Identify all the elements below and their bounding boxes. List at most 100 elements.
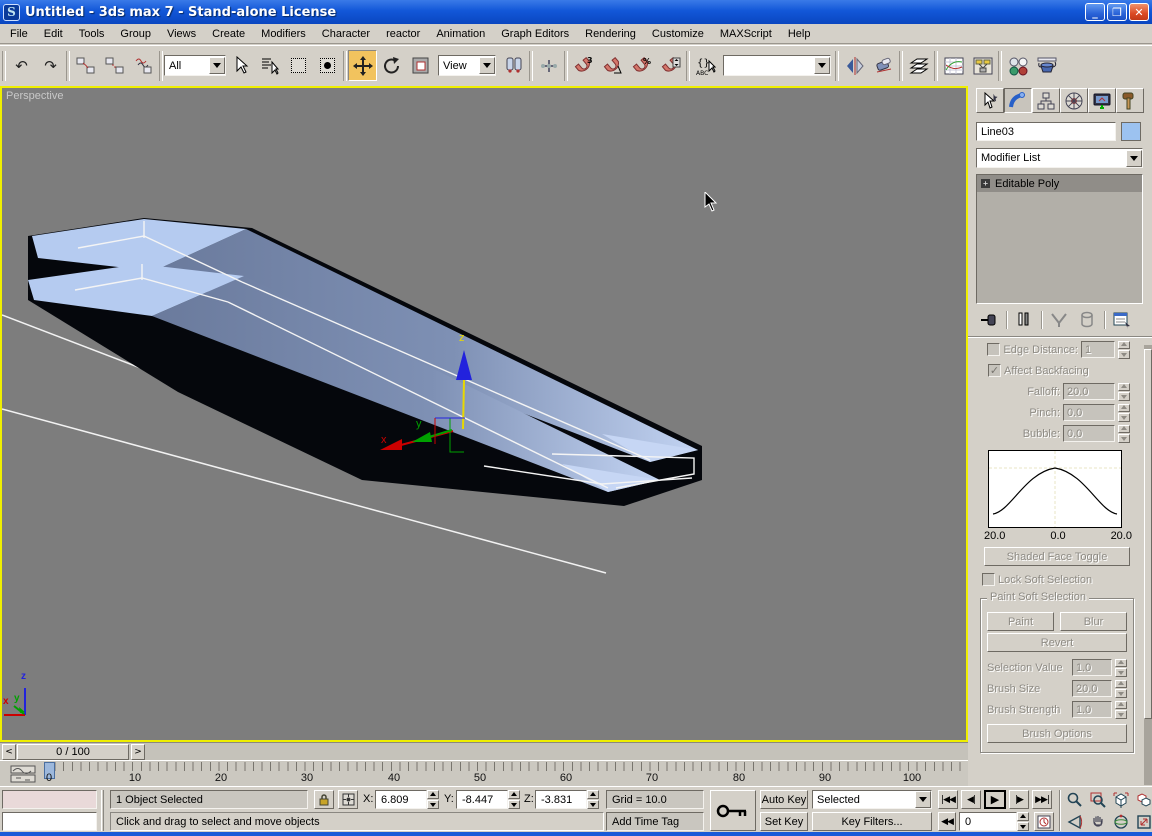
scrollbar-thumb[interactable] xyxy=(1144,349,1152,719)
tab-create[interactable] xyxy=(976,88,1004,113)
rectangular-selection-region-button[interactable] xyxy=(284,50,313,81)
zoom-extents-all-button[interactable] xyxy=(1133,790,1152,810)
layer-manager-button[interactable] xyxy=(904,50,933,81)
select-and-scale-button[interactable] xyxy=(406,50,435,81)
modifier-stack[interactable]: + Editable Poly xyxy=(976,174,1143,304)
close-button[interactable]: ✕ xyxy=(1129,3,1149,21)
make-unique-button[interactable] xyxy=(1046,309,1072,331)
menu-reactor[interactable]: reactor xyxy=(378,26,428,42)
reference-coordsys-dropdown[interactable]: View xyxy=(438,55,496,76)
pinch-spinner[interactable] xyxy=(1118,404,1130,422)
menu-character[interactable]: Character xyxy=(314,26,378,42)
maximize-viewport-toggle[interactable] xyxy=(1133,812,1152,832)
y-coord-spinner[interactable] xyxy=(508,790,520,809)
zoom-all-button[interactable] xyxy=(1087,790,1108,810)
auto-key-button[interactable]: Auto Key xyxy=(760,790,808,809)
configure-modifier-sets-button[interactable] xyxy=(1109,309,1135,331)
selection-lock-toggle[interactable] xyxy=(314,790,334,809)
redo-button[interactable]: ↷ xyxy=(36,50,65,81)
object-color-swatch[interactable] xyxy=(1121,122,1141,141)
pin-stack-button[interactable] xyxy=(976,309,1002,331)
select-and-manipulate-button[interactable] xyxy=(534,50,563,81)
material-editor-button[interactable] xyxy=(1003,50,1032,81)
set-key-button[interactable]: Set Key xyxy=(760,812,808,831)
spinner-snap-button[interactable] xyxy=(656,50,685,81)
bubble-spinner[interactable] xyxy=(1118,425,1130,443)
maximize-button[interactable]: ❐ xyxy=(1107,3,1127,21)
brush-size-spinner[interactable] xyxy=(1115,680,1127,698)
zoom-button[interactable] xyxy=(1064,790,1085,810)
listener-splitter[interactable] xyxy=(101,790,104,831)
shaded-face-toggle-button[interactable]: Shaded Face Toggle xyxy=(984,547,1130,566)
affect-backfacing-checkbox[interactable]: ✓ xyxy=(988,364,1001,377)
keyset-selection-dropdown[interactable]: Selected xyxy=(812,790,932,809)
selection-filter-dropdown[interactable]: All xyxy=(164,55,226,76)
angle-snap-button[interactable] xyxy=(598,50,627,81)
zoom-extents-button[interactable] xyxy=(1110,790,1131,810)
menu-help[interactable]: Help xyxy=(780,26,819,42)
previous-frame-arrow[interactable]: < xyxy=(2,744,16,760)
z-coord-field[interactable]: -3.831 xyxy=(535,790,587,809)
use-pivot-point-center-button[interactable] xyxy=(499,50,528,81)
tab-display[interactable] xyxy=(1088,88,1116,113)
undo-button[interactable]: ↶ xyxy=(7,50,36,81)
set-keys-button[interactable] xyxy=(710,790,756,831)
menu-rendering[interactable]: Rendering xyxy=(577,26,644,42)
select-object-button[interactable] xyxy=(226,50,255,81)
menu-create[interactable]: Create xyxy=(204,26,253,42)
falloff-spinner[interactable] xyxy=(1118,383,1130,401)
perspective-viewport[interactable]: Perspective xyxy=(0,86,968,742)
select-by-name-button[interactable] xyxy=(255,50,284,81)
curve-editor-button[interactable] xyxy=(939,50,968,81)
key-filters-button[interactable]: Key Filters... xyxy=(812,812,932,831)
x-coord-field[interactable]: 6.809 xyxy=(375,790,427,809)
edge-distance-field[interactable]: 1 xyxy=(1081,341,1115,358)
render-scene-button[interactable] xyxy=(1032,50,1061,81)
remove-modifier-button[interactable] xyxy=(1074,309,1100,331)
menu-animation[interactable]: Animation xyxy=(428,26,493,42)
snap-toggle-button[interactable]: 3 xyxy=(569,50,598,81)
selection-value-field[interactable]: 1.0 xyxy=(1072,659,1112,676)
revert-button[interactable]: Revert xyxy=(987,633,1127,652)
menu-views[interactable]: Views xyxy=(159,26,204,42)
go-to-start-button[interactable]: |◀◀ xyxy=(938,790,958,809)
brush-strength-field[interactable]: 1.0 xyxy=(1072,701,1112,718)
scene-model[interactable] xyxy=(2,88,966,740)
modifier-list-dropdown[interactable]: Modifier List xyxy=(976,148,1143,168)
pan-button[interactable] xyxy=(1087,812,1108,832)
z-coord-spinner[interactable] xyxy=(587,790,599,809)
percent-snap-button[interactable]: % xyxy=(627,50,656,81)
mirror-button[interactable] xyxy=(840,50,869,81)
menu-modifiers[interactable]: Modifiers xyxy=(253,26,314,42)
menu-edit[interactable]: Edit xyxy=(36,26,71,42)
expand-icon[interactable]: + xyxy=(981,179,990,188)
menu-customize[interactable]: Customize xyxy=(644,26,712,42)
arc-rotate-button[interactable] xyxy=(1110,812,1131,832)
add-time-tag[interactable]: Add Time Tag xyxy=(606,812,704,831)
stack-item-editable-poly[interactable]: + Editable Poly xyxy=(977,175,1142,192)
select-and-rotate-button[interactable] xyxy=(377,50,406,81)
unlink-selection-button[interactable] xyxy=(100,50,129,81)
go-to-end-button[interactable]: ▶▶| xyxy=(1032,790,1052,809)
named-selection-dropdown[interactable] xyxy=(723,55,831,76)
next-frame-arrow[interactable]: > xyxy=(131,744,145,760)
frame-spinner[interactable] xyxy=(1017,812,1029,831)
x-coord-spinner[interactable] xyxy=(427,790,439,809)
edge-distance-spinner[interactable] xyxy=(1118,341,1130,359)
open-mini-curve-editor-button[interactable] xyxy=(6,764,40,784)
paint-button[interactable]: Paint xyxy=(987,612,1054,631)
schematic-view-button[interactable] xyxy=(968,50,997,81)
show-end-result-button[interactable] xyxy=(1011,309,1037,331)
absolute-offset-toggle[interactable] xyxy=(338,790,358,809)
edit-named-selection-sets-button[interactable]: {}ABC xyxy=(691,50,720,81)
select-and-link-button[interactable] xyxy=(71,50,100,81)
track-bar[interactable]: 0 10 20 30 40 50 60 70 80 90 100 xyxy=(0,760,968,786)
object-name-field[interactable]: Line03 xyxy=(976,122,1116,141)
menu-tools[interactable]: Tools xyxy=(71,26,113,42)
edge-distance-checkbox[interactable] xyxy=(987,343,1000,356)
timeline-ruler[interactable]: 0 10 20 30 40 50 60 70 80 90 100 xyxy=(46,762,964,786)
maxscript-listener-white[interactable] xyxy=(2,812,97,831)
align-button[interactable] xyxy=(869,50,898,81)
selection-value-spinner[interactable] xyxy=(1115,659,1127,677)
bubble-field[interactable]: 0.0 xyxy=(1063,425,1115,442)
